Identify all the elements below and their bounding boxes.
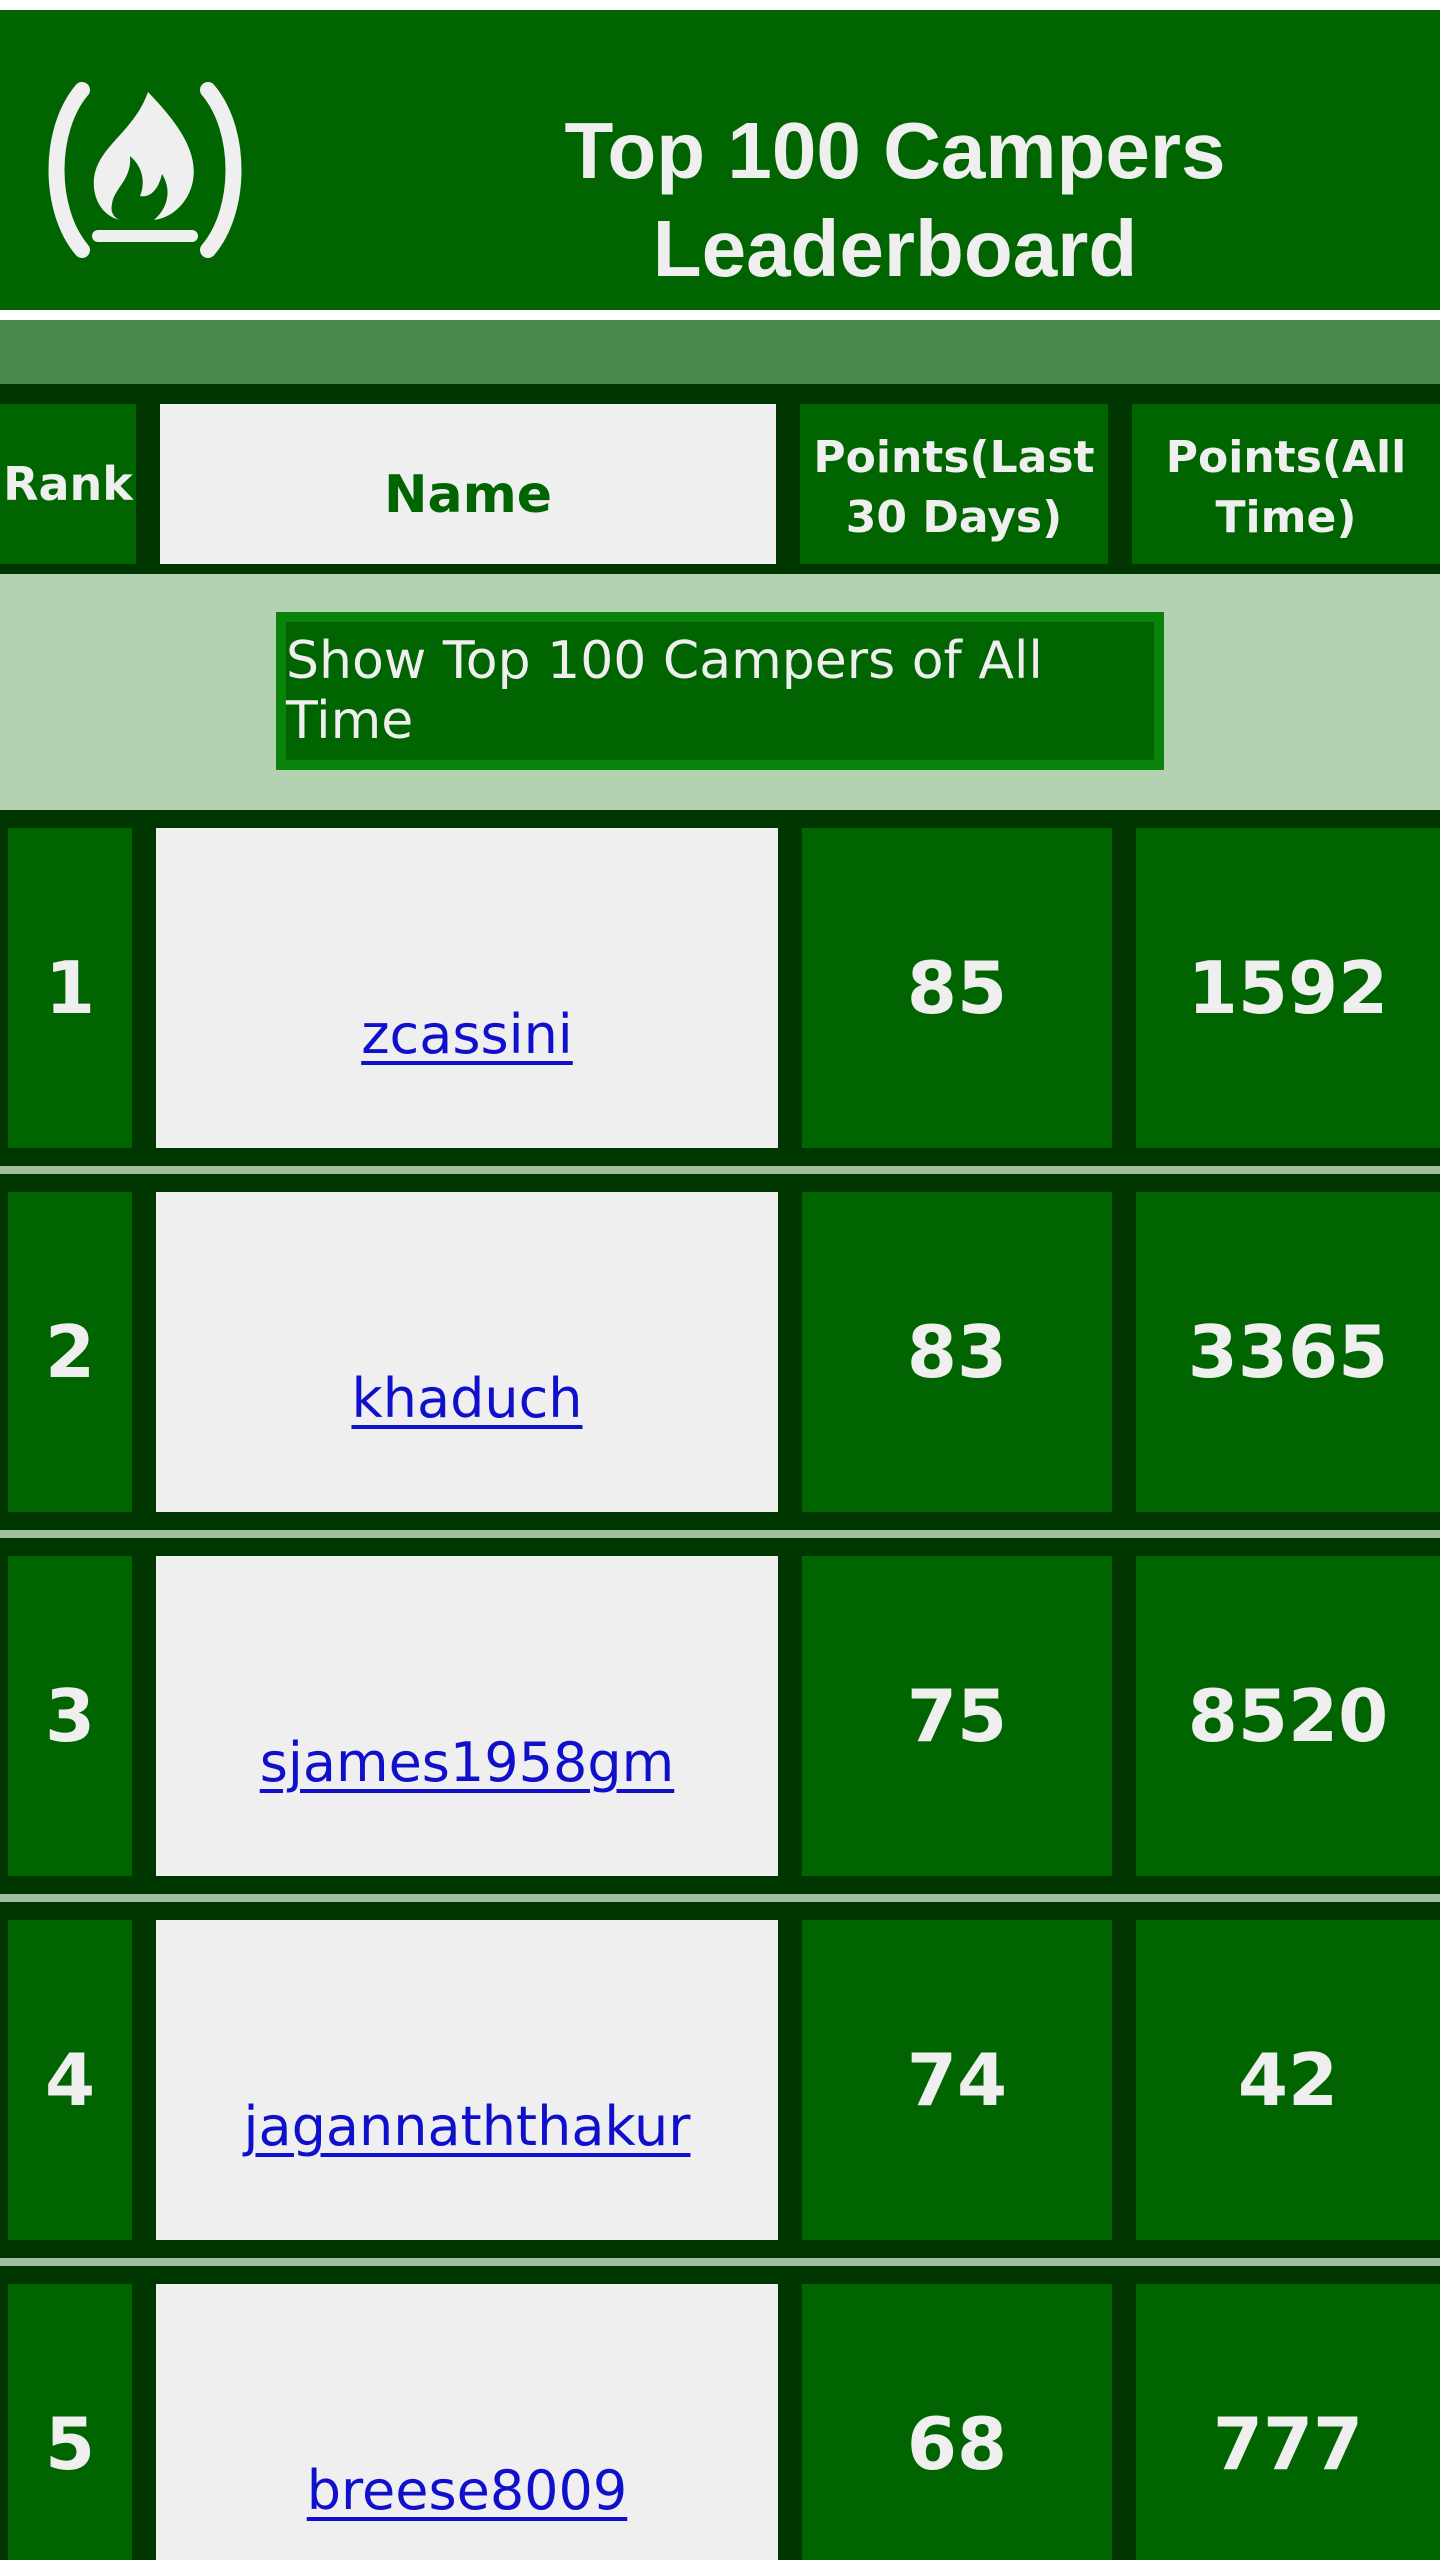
header-divider [0, 310, 1440, 320]
show-all-time-button[interactable]: Show Top 100 Campers of All Time [276, 612, 1164, 770]
camper-link[interactable]: sjames1958gm [260, 1731, 675, 1794]
name-cell: breese8009 [156, 2284, 778, 2560]
table-row: 3 sjames1958gm 75 8520 [0, 1538, 1440, 1902]
toggle-area: Show Top 100 Campers of All Time [0, 574, 1440, 810]
title-line-2: Leaderboard [652, 204, 1138, 293]
camper-link[interactable]: jagannaththakur [244, 2095, 691, 2158]
rank-cell: 1 [8, 828, 132, 1148]
rank-cell: 2 [8, 1192, 132, 1512]
table-row: 5 breese8009 68 777 [0, 2266, 1440, 2560]
table-row: 4 jagannaththakur 74 42 [0, 1902, 1440, 2266]
name-cell: zcassini [156, 828, 778, 1148]
camper-link[interactable]: khaduch [351, 1367, 582, 1430]
name-cell: sjames1958gm [156, 1556, 778, 1876]
page: Top 100 Campers Leaderboard Rank Name Po… [0, 0, 1440, 2560]
column-header-points-30-days: Points(Last 30 Days) [800, 404, 1108, 564]
name-cell: jagannaththakur [156, 1920, 778, 2240]
camper-link[interactable]: zcassini [361, 1003, 573, 1066]
page-title: Top 100 Campers Leaderboard [440, 102, 1350, 298]
rank-cell: 3 [8, 1556, 132, 1876]
row-divider [0, 2258, 1440, 2266]
title-line-1: Top 100 Campers [564, 106, 1226, 195]
camper-link[interactable]: breese8009 [307, 2459, 628, 2522]
column-header-rank: Rank [0, 404, 136, 564]
rank-cell: 5 [8, 2284, 132, 2560]
points-all-cell: 8520 [1136, 1556, 1440, 1876]
points-30-cell: 74 [802, 1920, 1112, 2240]
column-header-points-all-time: Points(All Time) [1132, 404, 1440, 564]
points-30-cell: 68 [802, 2284, 1112, 2560]
table-row: 2 khaduch 83 3365 [0, 1174, 1440, 1538]
points-30-cell: 85 [802, 828, 1112, 1148]
table-header-row: Rank Name Points(Last 30 Days) Points(Al… [0, 384, 1440, 574]
points-all-cell: 42 [1136, 1920, 1440, 2240]
freecodecamp-flame-icon[interactable] [30, 80, 260, 260]
points-30-cell: 75 [802, 1556, 1112, 1876]
row-divider [0, 1530, 1440, 1538]
rank-cell: 4 [8, 1920, 132, 2240]
points-30-cell: 83 [802, 1192, 1112, 1512]
row-divider [0, 1166, 1440, 1174]
points-all-cell: 3365 [1136, 1192, 1440, 1512]
name-cell: khaduch [156, 1192, 778, 1512]
column-header-name: Name [160, 404, 776, 564]
points-all-cell: 1592 [1136, 828, 1440, 1148]
points-all-cell: 777 [1136, 2284, 1440, 2560]
sub-header-bar [0, 320, 1440, 384]
app-header: Top 100 Campers Leaderboard [0, 10, 1440, 310]
row-divider [0, 1894, 1440, 1902]
table-row: 1 zcassini 85 1592 [0, 810, 1440, 1174]
